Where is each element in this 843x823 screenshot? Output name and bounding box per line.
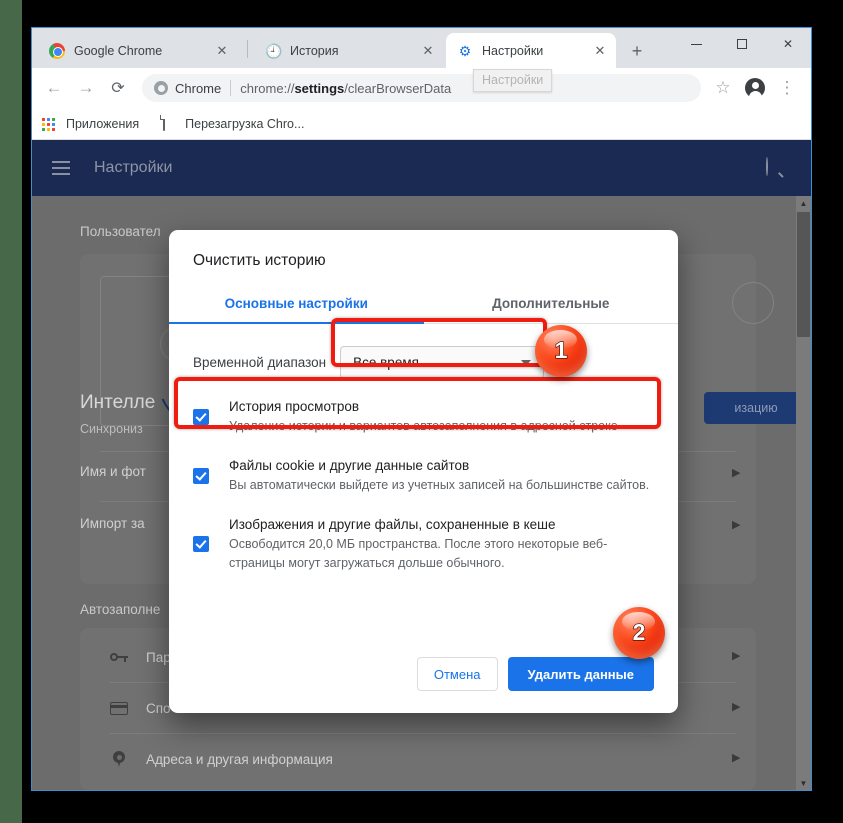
screenshot-root: Google Chrome ✕ 🕘 История ✕ ⚙ Настройки … [0, 0, 843, 823]
sync-button[interactable]: изацию [704, 392, 808, 424]
row-arrow-icon: ▶ [732, 650, 741, 662]
bookmark-label: Приложения [66, 116, 140, 131]
desktop-background-strip [0, 0, 22, 823]
cancel-button[interactable]: Отмена [416, 657, 498, 691]
tab-settings[interactable]: ⚙ Настройки ✕ [446, 33, 616, 68]
omnibox-divider [230, 80, 232, 96]
scroll-up-arrow[interactable]: ▲ [796, 196, 811, 211]
time-range-label: Временной диапазон [193, 355, 327, 370]
back-icon[interactable]: ← [40, 74, 68, 102]
step-badge-2: 2 [613, 607, 665, 659]
site-chip: Chrome [154, 81, 221, 96]
bookmarks-bar: Приложения Перезагрузка Chro... [32, 108, 811, 140]
forward-icon[interactable]: → [72, 74, 100, 102]
tab-tooltip: Настройки [473, 69, 553, 92]
row-arrow-icon: ▶ [732, 519, 741, 531]
step-badge-number: 2 [632, 618, 646, 645]
profile-subheading: Синхрониз [80, 422, 143, 436]
scrollbar-thumb[interactable] [797, 212, 810, 337]
card-divider [110, 733, 736, 734]
scroll-down-arrow[interactable]: ▼ [796, 776, 811, 790]
close-window-button[interactable]: ✕ [765, 28, 811, 60]
row-import[interactable]: Импорт за [80, 516, 145, 531]
step-badge-number: 1 [554, 336, 568, 363]
address-bar[interactable]: Chrome chrome://settings/clearBrowserDat… [142, 74, 701, 102]
page-scrollbar[interactable]: ▲ ▼ [796, 196, 811, 790]
highlight-browsing-history [174, 377, 661, 429]
minimize-button[interactable] [673, 28, 719, 60]
row-name-photo[interactable]: Имя и фот [80, 464, 146, 479]
tab-label: Google Chrome [74, 43, 163, 58]
clear-browsing-data-dialog: Очистить историю Основные настройки Допо… [169, 230, 678, 713]
bookmark-reload-chrome[interactable]: Перезагрузка Chro... [161, 114, 305, 132]
dialog-title: Очистить историю [193, 252, 326, 269]
dialog-footer: Отмена Удалить данные [416, 657, 654, 691]
step-badge-1: 1 [535, 325, 587, 377]
autofill-row-passwords[interactable]: Пар [110, 642, 171, 672]
tab-history[interactable]: 🕘 История ✕ [254, 33, 444, 68]
settings-header: Настройки [32, 140, 811, 196]
checkbox-title: Файлы cookie и другие данные сайтов [229, 458, 470, 473]
checkbox-text: Изображения и другие файлы, сохраненные … [229, 515, 654, 573]
row-arrow-icon: ▶ [732, 467, 741, 479]
highlight-time-range [331, 318, 547, 367]
tab-separator [247, 40, 248, 58]
hamburger-icon[interactable] [52, 161, 70, 175]
credit-card-icon [110, 699, 128, 717]
autofill-row-addresses[interactable]: Адреса и другая информация [110, 744, 333, 774]
checkbox-checked-icon[interactable] [193, 467, 209, 484]
chrome-logo-icon [49, 42, 65, 59]
delete-data-button[interactable]: Удалить данные [507, 657, 654, 691]
profile-avatar[interactable] [741, 74, 769, 102]
url-suffix: /clearBrowserData [344, 80, 452, 96]
bookmark-apps[interactable]: Приложения [42, 116, 139, 132]
page-title: Настройки [94, 159, 173, 176]
bookmark-label: Перезагрузка Chro... [185, 116, 305, 131]
new-tab-button[interactable]: + [624, 38, 650, 64]
chrome-badge-icon [154, 81, 168, 95]
checkbox-checked-icon[interactable] [193, 536, 209, 552]
url-prefix: chrome:// [240, 80, 295, 96]
profile-heading: Интелле [80, 392, 156, 413]
site-chip-label: Chrome [175, 80, 222, 96]
section-title-users: Пользовател [80, 224, 161, 239]
search-icon[interactable] [766, 157, 785, 178]
tab-google-chrome[interactable]: Google Chrome ✕ [38, 33, 238, 68]
tab-label: Настройки [482, 43, 544, 58]
checkbox-description: Вы автоматически выйдете из учетных запи… [229, 478, 650, 492]
url-bold: settings [294, 80, 345, 96]
bookmark-star-icon[interactable]: ☆ [709, 74, 737, 102]
row-arrow-icon: ▶ [732, 701, 741, 713]
checkbox-row-cookies[interactable]: Файлы cookie и другие данные сайтов Вы а… [193, 446, 654, 505]
location-pin-icon [110, 750, 128, 768]
tab-close-icon[interactable]: ✕ [590, 41, 610, 61]
gear-icon: ⚙ [458, 42, 472, 59]
autofill-row-payment[interactable]: Спо [110, 693, 171, 723]
key-icon [110, 648, 128, 666]
url-text: chrome://settings/clearBrowserData [240, 81, 451, 96]
checkbox-text: Файлы cookie и другие данные сайтов Вы а… [229, 456, 649, 495]
history-clock-icon: 🕘 [265, 42, 283, 59]
section-title-autofill: Автозаполне [80, 602, 161, 617]
toolbar-right: ☆ ⋮ [707, 74, 803, 102]
window-controls: ✕ [673, 28, 811, 60]
maximize-button[interactable] [719, 28, 765, 60]
document-icon [161, 114, 177, 132]
tab-close-icon[interactable]: ✕ [418, 41, 438, 61]
avatar [745, 78, 765, 99]
browser-toolbar: ← → ⟳ Chrome chrome://settings/clearBrow… [32, 68, 811, 108]
tab-close-icon[interactable]: ✕ [212, 41, 232, 61]
chrome-menu-icon[interactable]: ⋮ [773, 74, 801, 102]
illustration-circle-right [732, 282, 774, 324]
tab-label: История [290, 43, 339, 58]
checkbox-description: Освободится 20,0 МБ пространства. После … [229, 537, 608, 570]
tab-strip: Google Chrome ✕ 🕘 История ✕ ⚙ Настройки … [32, 28, 811, 68]
row-arrow-icon: ▶ [732, 752, 741, 764]
apps-grid-icon [42, 116, 58, 132]
reload-icon[interactable]: ⟳ [104, 74, 132, 102]
checkbox-row-cached-files[interactable]: Изображения и другие файлы, сохраненные … [193, 505, 654, 583]
checkbox-title: Изображения и другие файлы, сохраненные … [229, 517, 556, 532]
